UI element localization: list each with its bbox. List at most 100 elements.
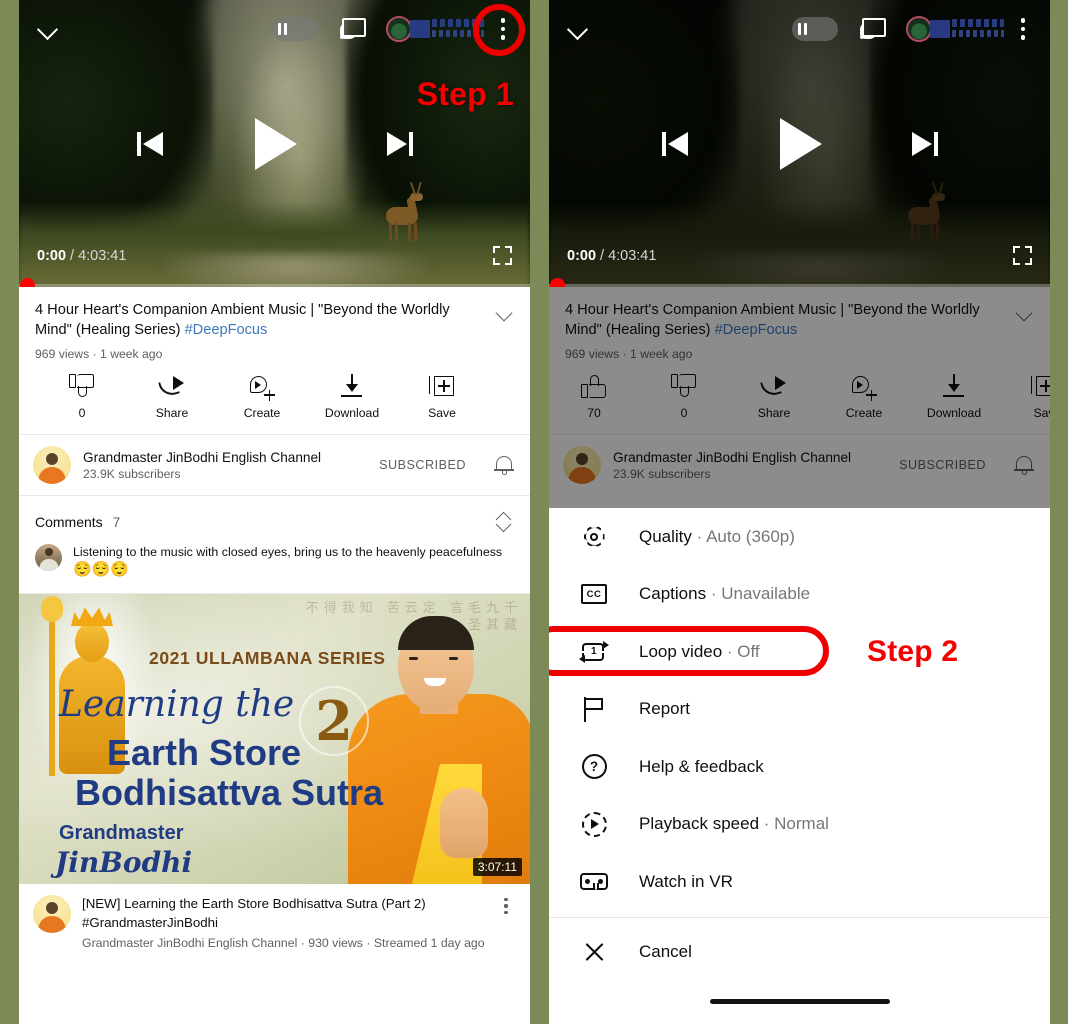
suggested-video-title[interactable]: [NEW] Learning the Earth Store Bodhisatt… xyxy=(82,895,485,932)
screenshot-stage: 0:00 / 4:03:41 Step 1 4 Hour Heart's Com… xyxy=(0,0,1068,1024)
thumbnail-duration-badge: 3:07:11 xyxy=(472,858,522,876)
download-label: Download xyxy=(324,406,380,420)
scrim-overlay[interactable] xyxy=(549,287,1050,508)
sheet-item-help-feedback[interactable]: ? Help & feedback xyxy=(549,738,1050,796)
action-row-left[interactable]: 70 0 Share Create Download Save xyxy=(19,361,530,434)
video-stats: 969 views · 1 week ago xyxy=(35,347,163,361)
vr-headset-icon xyxy=(577,873,611,891)
sheet-item-label: Report xyxy=(639,699,691,719)
sheet-item-label: Loop video xyxy=(639,641,723,661)
comments-count: 7 xyxy=(112,514,121,530)
step1-label: Step 1 xyxy=(416,76,514,112)
player-bottom-bar: 0:00 / 4:03:41 xyxy=(549,246,1050,265)
avatar[interactable] xyxy=(33,895,71,933)
video-meta-left: 4 Hour Heart's Companion Ambient Music |… xyxy=(19,287,530,361)
sheet-item-loop-video[interactable]: 1 Loop video · Off Step 2 xyxy=(549,623,1050,681)
play-icon[interactable] xyxy=(253,117,297,170)
gear-icon xyxy=(577,524,611,549)
sheet-item-label: Watch in VR xyxy=(639,871,733,891)
player-bottom-bar: 0:00 / 4:03:41 xyxy=(19,246,530,265)
cc-glyph: CC xyxy=(581,584,607,605)
download-button[interactable]: Download xyxy=(307,373,397,420)
help-circle-icon: ? xyxy=(577,754,611,780)
share-button[interactable]: Share xyxy=(127,373,217,420)
previous-track-icon[interactable] xyxy=(136,129,169,159)
share-icon xyxy=(158,373,185,399)
create-button[interactable]: Create xyxy=(217,373,307,420)
duration: 4:03:41 xyxy=(608,247,657,264)
comment-text: Listening to the music with closed eyes,… xyxy=(73,545,503,559)
kebab-menu-icon[interactable] xyxy=(496,895,516,921)
comments-title: Comments xyxy=(35,514,103,530)
time-separator: / xyxy=(600,247,605,264)
sheet-item-cancel[interactable]: Cancel xyxy=(549,924,1050,982)
step2-label: Step 2 xyxy=(867,635,959,668)
avatar[interactable] xyxy=(33,446,71,484)
next-track-icon[interactable] xyxy=(381,129,413,159)
thumbnail-line2: Earth Store xyxy=(107,732,302,773)
suggested-video-row[interactable]: [NEW] Learning the Earth Store Bodhisatt… xyxy=(19,884,530,953)
sheet-item-captions[interactable]: CC Captions · Unavailable xyxy=(549,566,1050,624)
player-kebab-menu-icon[interactable] xyxy=(1012,15,1034,43)
thumbnail-series-label: 2021 ULLAMBANA SERIES xyxy=(149,648,386,668)
previous-track-icon[interactable] xyxy=(661,129,694,159)
fullscreen-icon[interactable] xyxy=(1013,246,1032,265)
captions-cc-icon: CC xyxy=(577,584,611,605)
sheet-item-value: · Auto (360p) xyxy=(691,526,795,546)
sheet-item-value: · Normal xyxy=(759,814,829,834)
current-time: 0:00 xyxy=(37,247,67,264)
player-kebab-menu-icon[interactable] xyxy=(492,15,514,43)
share-label: Share xyxy=(155,406,189,420)
channel-row-left[interactable]: Grandmaster JinBodhi English Channel 23.… xyxy=(19,435,530,495)
comments-header[interactable]: Comments 7 xyxy=(19,496,530,540)
fullscreen-icon[interactable] xyxy=(493,246,512,265)
sheet-item-label: Cancel xyxy=(639,942,692,962)
save-label: Save xyxy=(428,406,456,420)
expand-collapse-icon[interactable] xyxy=(494,510,514,534)
help-glyph: ? xyxy=(581,754,607,780)
video-hashtag[interactable]: #DeepFocus xyxy=(185,322,268,338)
list-item[interactable]: Listening to the music with closed eyes,… xyxy=(19,540,530,593)
player-options-sheet: Quality · Auto (360p) CC Captions · Unav… xyxy=(549,508,1050,1024)
loop-count-glyph: 1 xyxy=(591,645,597,657)
sheet-item-watch-in-vr[interactable]: Watch in VR xyxy=(549,853,1050,911)
thumbnail-part-number: 2 xyxy=(299,686,369,756)
notification-bell-icon[interactable] xyxy=(492,453,516,477)
dislike-button[interactable]: 0 xyxy=(37,373,127,420)
sheet-item-label: Quality xyxy=(639,526,692,546)
progress-knob[interactable] xyxy=(550,278,565,287)
phone-screen-left: 0:00 / 4:03:41 Step 1 4 Hour Heart's Com… xyxy=(19,0,530,1024)
subscribe-button[interactable]: SUBSCRIBED xyxy=(379,458,466,472)
loop-video-icon: 1 xyxy=(577,640,611,663)
android-gesture-bar[interactable] xyxy=(709,999,890,1004)
expand-description-icon[interactable] xyxy=(494,303,516,325)
player-controls xyxy=(549,0,1050,287)
phone-screen-right: 0:00 / 4:03:41 4 Hour Heart's Companion … xyxy=(549,0,1050,1024)
download-icon xyxy=(339,373,365,399)
thumbnail-byline-bottom: JinBodhi xyxy=(55,846,193,879)
thumb-down-icon xyxy=(69,373,95,399)
video-player-left[interactable]: 0:00 / 4:03:41 Step 1 xyxy=(19,0,530,287)
play-icon[interactable] xyxy=(778,117,822,170)
like-button[interactable]: 70 xyxy=(19,373,37,420)
next-track-icon[interactable] xyxy=(906,129,938,159)
sheet-item-value: · Off xyxy=(722,641,760,661)
sheet-item-quality[interactable]: Quality · Auto (360p) xyxy=(549,508,1050,566)
dislike-count: 0 xyxy=(78,406,86,420)
close-x-icon xyxy=(577,940,611,965)
subscriber-count: 23.9K subscribers xyxy=(83,466,181,481)
sheet-item-report[interactable]: Report xyxy=(549,681,1050,739)
sheet-item-label: Playback speed xyxy=(639,814,760,834)
suggested-thumbnail[interactable]: 不得我知 苦云定 言毛九千 圣其藏 2021 ULLAMBANA SERIES … xyxy=(19,594,530,884)
progress-knob[interactable] xyxy=(20,278,35,287)
channel-name[interactable]: Grandmaster JinBodhi English Channel xyxy=(83,450,367,465)
save-button[interactable]: Save xyxy=(397,373,487,420)
flag-icon xyxy=(577,696,611,722)
create-icon xyxy=(249,373,275,401)
video-player-right[interactable]: 0:00 / 4:03:41 xyxy=(549,0,1050,287)
current-time: 0:00 xyxy=(567,247,597,264)
sheet-item-playback-speed[interactable]: Playback speed · Normal xyxy=(549,796,1050,854)
monk-photo xyxy=(340,594,530,884)
comment-emoji: 😌😌😌 xyxy=(73,561,130,578)
save-icon xyxy=(429,373,455,399)
